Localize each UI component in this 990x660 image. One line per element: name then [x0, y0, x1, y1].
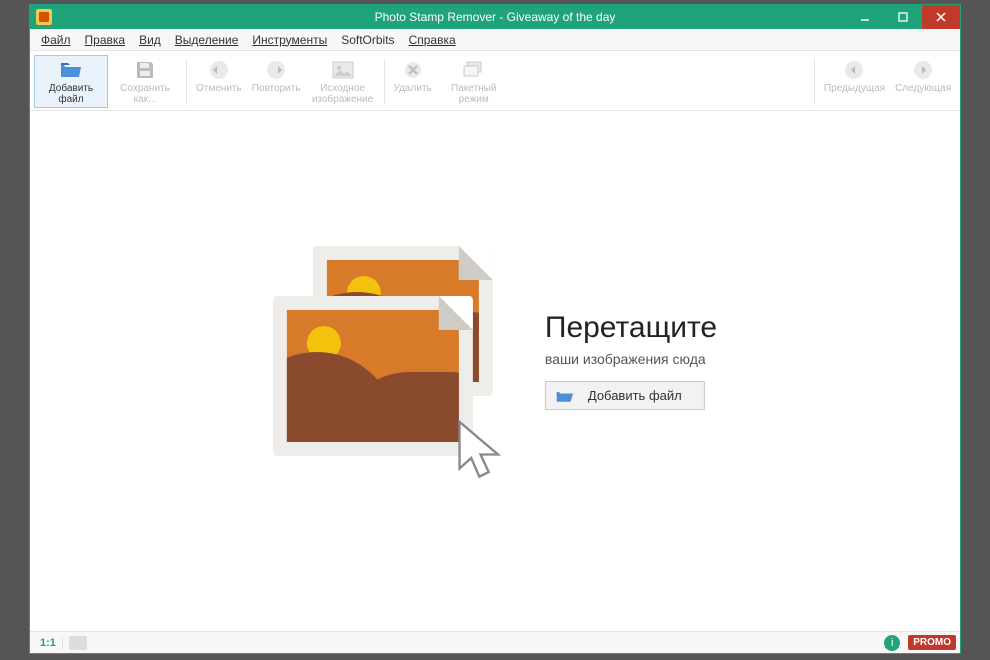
app-icon: [36, 9, 52, 25]
original-label: Исходное изображение: [311, 84, 375, 105]
menu-file[interactable]: Файл: [34, 31, 78, 49]
window-controls: [846, 5, 960, 29]
promo-badge[interactable]: PROMO: [908, 635, 956, 650]
menu-softorbits-label: SoftOrbits: [341, 33, 394, 47]
info-button[interactable]: i: [884, 635, 900, 651]
undo-label: Отменить: [196, 84, 242, 95]
cursor-icon: [453, 416, 513, 486]
statusbar: 1:1 i PROMO: [30, 631, 960, 653]
image-icon: [331, 58, 355, 82]
titlebar[interactable]: Photo Stamp Remover - Giveaway of the da…: [30, 5, 960, 29]
app-window: Photo Stamp Remover - Giveaway of the da…: [29, 4, 961, 654]
drop-text: Перетащите ваши изображения сюда Добавит…: [545, 311, 717, 410]
tool-group-file: Добавить файл Сохранить как...: [34, 55, 182, 108]
close-icon: [936, 12, 946, 22]
menu-selection-label: Выделение: [175, 33, 239, 47]
prev-label: Предыдущая: [824, 84, 885, 95]
redo-icon: [264, 58, 288, 82]
canvas-area[interactable]: Перетащите ваши изображения сюда Добавит…: [30, 111, 960, 631]
image-card-front: [273, 296, 473, 456]
add-file-label: Добавить файл: [39, 84, 103, 105]
maximize-icon: [898, 12, 908, 22]
arrow-right-icon: [911, 58, 935, 82]
folder-open-icon: [556, 389, 574, 403]
save-as-button[interactable]: Сохранить как...: [108, 55, 182, 108]
save-icon: [133, 58, 157, 82]
menu-tools-label: Инструменты: [252, 33, 327, 47]
save-as-label: Сохранить как...: [113, 84, 177, 105]
next-button[interactable]: Следующая: [890, 55, 956, 98]
drop-zone: Перетащите ваши изображения сюда Добавит…: [273, 246, 717, 476]
minimize-icon: [860, 12, 870, 22]
folder-open-icon: [59, 58, 83, 82]
menu-view[interactable]: Вид: [132, 31, 168, 49]
drop-illustration: [273, 246, 523, 476]
maximize-button[interactable]: [884, 5, 922, 29]
add-file-main-button[interactable]: Добавить файл: [545, 381, 705, 410]
tool-group-actions: Удалить Пакетный режим: [389, 55, 511, 108]
drop-subtext: ваши изображения сюда: [545, 351, 717, 367]
menu-selection[interactable]: Выделение: [168, 31, 246, 49]
menu-edit-label: Правка: [85, 33, 126, 47]
prev-button[interactable]: Предыдущая: [819, 55, 890, 98]
menubar: Файл Правка Вид Выделение Инструменты So…: [30, 29, 960, 51]
arrow-left-icon: [842, 58, 866, 82]
delete-button[interactable]: Удалить: [389, 55, 437, 98]
redo-button[interactable]: Повторить: [247, 55, 306, 98]
delete-label: Удалить: [394, 84, 432, 95]
tool-group-nav: Предыдущая Следующая: [819, 55, 956, 98]
menu-help-label: Справка: [409, 33, 456, 47]
menu-edit[interactable]: Правка: [78, 31, 133, 49]
menu-view-label: Вид: [139, 33, 161, 47]
batch-icon: [462, 58, 486, 82]
thumbnail-icon: [69, 636, 87, 650]
batch-button[interactable]: Пакетный режим: [437, 55, 511, 108]
delete-icon: [401, 58, 425, 82]
redo-label: Повторить: [252, 84, 301, 95]
menu-tools[interactable]: Инструменты: [245, 31, 334, 49]
toolbar-separator: [814, 59, 815, 105]
zoom-indicator[interactable]: 1:1: [34, 637, 63, 649]
toolbar: Добавить файл Сохранить как... Отменить: [30, 51, 960, 111]
window-title: Photo Stamp Remover - Giveaway of the da…: [30, 10, 960, 24]
menu-softorbits[interactable]: SoftOrbits: [334, 31, 401, 49]
menu-file-label: Файл: [41, 33, 71, 47]
next-label: Следующая: [895, 84, 951, 95]
minimize-button[interactable]: [846, 5, 884, 29]
toolbar-separator: [186, 59, 187, 105]
drop-heading: Перетащите: [545, 311, 717, 345]
tool-group-history: Отменить Повторить Исходное изображение: [191, 55, 380, 108]
close-button[interactable]: [922, 5, 960, 29]
undo-button[interactable]: Отменить: [191, 55, 247, 98]
batch-label: Пакетный режим: [442, 84, 506, 105]
toolbar-separator: [384, 59, 385, 105]
add-file-button[interactable]: Добавить файл: [34, 55, 108, 108]
undo-icon: [207, 58, 231, 82]
menu-help[interactable]: Справка: [402, 31, 463, 49]
original-button[interactable]: Исходное изображение: [306, 55, 380, 108]
add-file-main-label: Добавить файл: [588, 388, 682, 403]
